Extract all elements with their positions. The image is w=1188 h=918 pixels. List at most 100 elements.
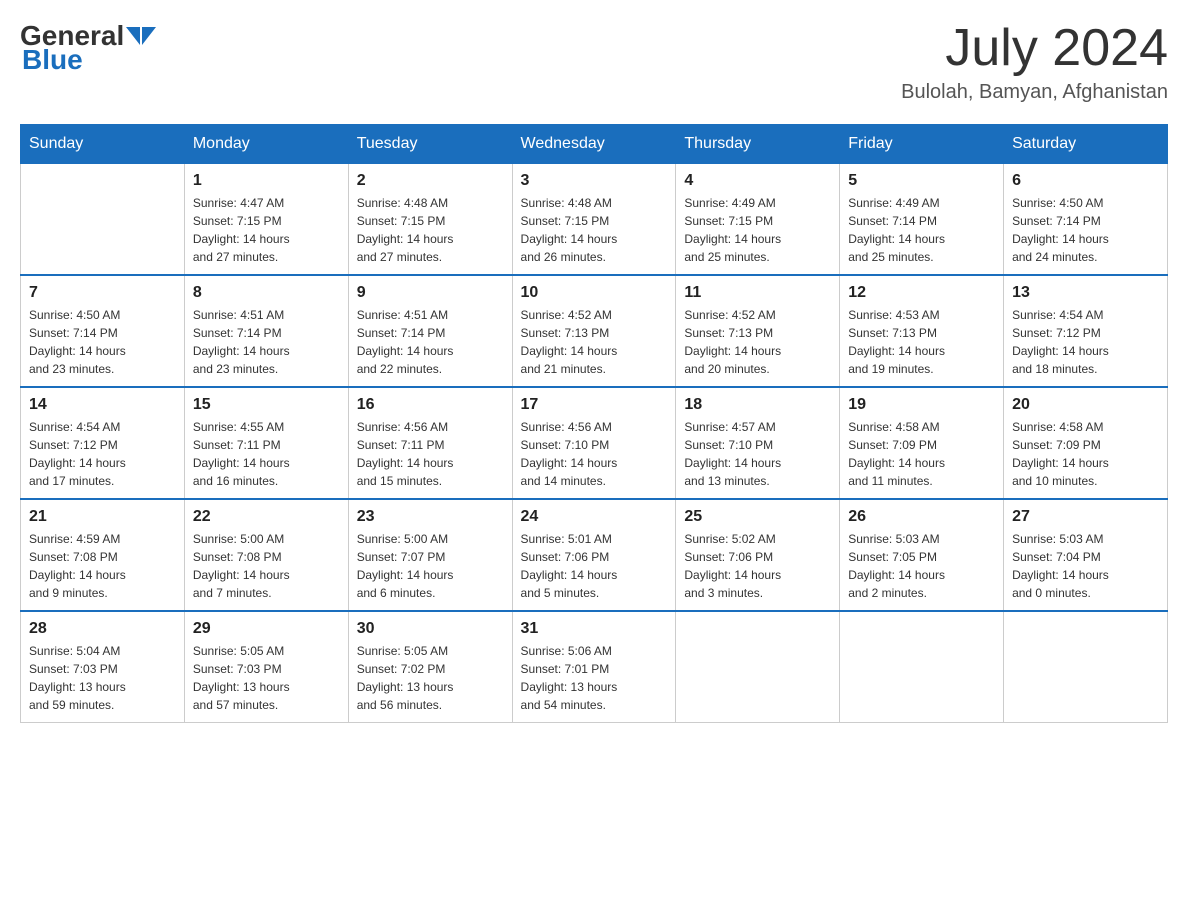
day-number: 2 — [357, 172, 504, 190]
day-info: Sunrise: 4:49 AM Sunset: 7:15 PM Dayligh… — [684, 194, 831, 266]
day-number: 11 — [684, 284, 831, 302]
logo-arrow2-icon — [142, 27, 156, 45]
day-info: Sunrise: 4:58 AM Sunset: 7:09 PM Dayligh… — [1012, 418, 1159, 490]
day-info: Sunrise: 5:05 AM Sunset: 7:03 PM Dayligh… — [193, 642, 340, 714]
calendar-week-row: 7Sunrise: 4:50 AM Sunset: 7:14 PM Daylig… — [21, 275, 1168, 387]
calendar-cell: 9 Sunrise: 4:51 AM Sunset: 7:14 PM Daylig… — [348, 275, 512, 387]
day-number: 21 — [29, 508, 176, 526]
calendar-cell: 12 Sunrise: 4:53 AM Sunset: 7:13 PM Dayli… — [840, 275, 1004, 387]
calendar-cell: 1 Sunrise: 4:47 AM Sunset: 7:15 PM Daylig… — [184, 164, 348, 276]
page-header: General Blue July 2024 Bulolah, Bamyan, … — [20, 20, 1168, 104]
weekday-header-saturday: Saturday — [1004, 125, 1168, 164]
day-info: Sunrise: 4:48 AM Sunset: 7:15 PM Dayligh… — [521, 194, 668, 266]
day-info: Sunrise: 4:47 AM Sunset: 7:15 PM Dayligh… — [193, 194, 340, 266]
calendar-cell: 27Sunrise: 5:03 AM Sunset: 7:04 PM Dayli… — [1004, 499, 1168, 611]
day-number: 19 — [848, 396, 995, 414]
calendar-cell: 5Sunrise: 4:49 AM Sunset: 7:14 PM Daylig… — [840, 164, 1004, 276]
calendar-cell: 13Sunrise: 4:54 AM Sunset: 7:12 PM Dayli… — [1004, 275, 1168, 387]
day-info: Sunrise: 4:56 AM Sunset: 7:11 PM Dayligh… — [357, 418, 504, 490]
weekday-header-monday: Monday — [184, 125, 348, 164]
day-info: Sunrise: 4:53 AM Sunset: 7:13 PM Dayligh… — [848, 306, 995, 378]
day-info: Sunrise: 5:03 AM Sunset: 7:05 PM Dayligh… — [848, 530, 995, 602]
day-number: 1 — [193, 172, 340, 190]
day-info: Sunrise: 4:58 AM Sunset: 7:09 PM Dayligh… — [848, 418, 995, 490]
day-number: 3 — [521, 172, 668, 190]
calendar-cell: 16 Sunrise: 4:56 AM Sunset: 7:11 PM Dayli… — [348, 387, 512, 499]
day-number: 29 — [193, 620, 340, 638]
logo-blue-text: Blue — [22, 44, 83, 75]
weekday-header-row: SundayMondayTuesdayWednesdayThursdayFrid… — [21, 125, 1168, 164]
day-number: 13 — [1012, 284, 1159, 302]
calendar-cell: 18 Sunrise: 4:57 AM Sunset: 7:10 PM Dayli… — [676, 387, 840, 499]
day-number: 8 — [193, 284, 340, 302]
calendar-week-row: 14Sunrise: 4:54 AM Sunset: 7:12 PM Dayli… — [21, 387, 1168, 499]
calendar-cell: 30 Sunrise: 5:05 AM Sunset: 7:02 PM Dayli… — [348, 611, 512, 723]
day-number: 15 — [193, 396, 340, 414]
calendar-cell: 31 Sunrise: 5:06 AM Sunset: 7:01 PM Dayli… — [512, 611, 676, 723]
day-number: 23 — [357, 508, 504, 526]
weekday-header-friday: Friday — [840, 125, 1004, 164]
calendar-cell: 2 Sunrise: 4:48 AM Sunset: 7:15 PM Daylig… — [348, 164, 512, 276]
day-number: 10 — [521, 284, 668, 302]
calendar-cell — [676, 611, 840, 723]
day-number: 22 — [193, 508, 340, 526]
day-number: 26 — [848, 508, 995, 526]
day-info: Sunrise: 5:05 AM Sunset: 7:02 PM Dayligh… — [357, 642, 504, 714]
day-number: 9 — [357, 284, 504, 302]
calendar-cell: 25Sunrise: 5:02 AM Sunset: 7:06 PM Dayli… — [676, 499, 840, 611]
weekday-header-wednesday: Wednesday — [512, 125, 676, 164]
day-info: Sunrise: 5:01 AM Sunset: 7:06 PM Dayligh… — [521, 530, 668, 602]
day-number: 16 — [357, 396, 504, 414]
day-number: 17 — [521, 396, 668, 414]
calendar-cell: 28 Sunrise: 5:04 AM Sunset: 7:03 PM Dayli… — [21, 611, 185, 723]
day-info: Sunrise: 5:06 AM Sunset: 7:01 PM Dayligh… — [521, 642, 668, 714]
calendar-week-row: 21 Sunrise: 4:59 AM Sunset: 7:08 PM Dayli… — [21, 499, 1168, 611]
day-info: Sunrise: 4:52 AM Sunset: 7:13 PM Dayligh… — [684, 306, 831, 378]
calendar-cell — [840, 611, 1004, 723]
logo: General Blue — [20, 20, 160, 76]
calendar-cell: 23 Sunrise: 5:00 AM Sunset: 7:07 PM Dayli… — [348, 499, 512, 611]
calendar-week-row: 28 Sunrise: 5:04 AM Sunset: 7:03 PM Dayli… — [21, 611, 1168, 723]
day-info: Sunrise: 4:49 AM Sunset: 7:14 PM Dayligh… — [848, 194, 995, 266]
calendar-cell: 26 Sunrise: 5:03 AM Sunset: 7:05 PM Dayli… — [840, 499, 1004, 611]
day-number: 25 — [684, 508, 831, 526]
calendar-cell: 22Sunrise: 5:00 AM Sunset: 7:08 PM Dayli… — [184, 499, 348, 611]
calendar-cell: 19 Sunrise: 4:58 AM Sunset: 7:09 PM Dayli… — [840, 387, 1004, 499]
day-info: Sunrise: 4:55 AM Sunset: 7:11 PM Dayligh… — [193, 418, 340, 490]
calendar-cell: 6Sunrise: 4:50 AM Sunset: 7:14 PM Daylig… — [1004, 164, 1168, 276]
day-info: Sunrise: 5:00 AM Sunset: 7:07 PM Dayligh… — [357, 530, 504, 602]
weekday-header-sunday: Sunday — [21, 125, 185, 164]
day-info: Sunrise: 5:04 AM Sunset: 7:03 PM Dayligh… — [29, 642, 176, 714]
day-info: Sunrise: 4:59 AM Sunset: 7:08 PM Dayligh… — [29, 530, 176, 602]
day-info: Sunrise: 4:50 AM Sunset: 7:14 PM Dayligh… — [1012, 194, 1159, 266]
calendar-cell: 15 Sunrise: 4:55 AM Sunset: 7:11 PM Dayli… — [184, 387, 348, 499]
calendar-cell: 4Sunrise: 4:49 AM Sunset: 7:15 PM Daylig… — [676, 164, 840, 276]
month-title: July 2024 — [901, 20, 1168, 77]
calendar-cell — [1004, 611, 1168, 723]
calendar-cell: 8 Sunrise: 4:51 AM Sunset: 7:14 PM Daylig… — [184, 275, 348, 387]
calendar-cell: 17Sunrise: 4:56 AM Sunset: 7:10 PM Dayli… — [512, 387, 676, 499]
day-info: Sunrise: 4:50 AM Sunset: 7:14 PM Dayligh… — [29, 306, 176, 378]
day-info: Sunrise: 4:51 AM Sunset: 7:14 PM Dayligh… — [357, 306, 504, 378]
day-number: 18 — [684, 396, 831, 414]
day-number: 31 — [521, 620, 668, 638]
day-info: Sunrise: 4:52 AM Sunset: 7:13 PM Dayligh… — [521, 306, 668, 378]
title-section: July 2024 Bulolah, Bamyan, Afghanistan — [901, 20, 1168, 104]
day-info: Sunrise: 4:57 AM Sunset: 7:10 PM Dayligh… — [684, 418, 831, 490]
calendar-cell: 24Sunrise: 5:01 AM Sunset: 7:06 PM Dayli… — [512, 499, 676, 611]
calendar-cell: 14Sunrise: 4:54 AM Sunset: 7:12 PM Dayli… — [21, 387, 185, 499]
weekday-header-tuesday: Tuesday — [348, 125, 512, 164]
day-number: 12 — [848, 284, 995, 302]
day-info: Sunrise: 4:51 AM Sunset: 7:14 PM Dayligh… — [193, 306, 340, 378]
day-number: 28 — [29, 620, 176, 638]
day-number: 20 — [1012, 396, 1159, 414]
location-title: Bulolah, Bamyan, Afghanistan — [901, 81, 1168, 104]
day-number: 27 — [1012, 508, 1159, 526]
day-info: Sunrise: 4:48 AM Sunset: 7:15 PM Dayligh… — [357, 194, 504, 266]
calendar-table: SundayMondayTuesdayWednesdayThursdayFrid… — [20, 124, 1168, 723]
day-number: 30 — [357, 620, 504, 638]
calendar-cell: 11 Sunrise: 4:52 AM Sunset: 7:13 PM Dayli… — [676, 275, 840, 387]
day-info: Sunrise: 4:54 AM Sunset: 7:12 PM Dayligh… — [29, 418, 176, 490]
calendar-cell: 7Sunrise: 4:50 AM Sunset: 7:14 PM Daylig… — [21, 275, 185, 387]
calendar-cell: 3 Sunrise: 4:48 AM Sunset: 7:15 PM Daylig… — [512, 164, 676, 276]
